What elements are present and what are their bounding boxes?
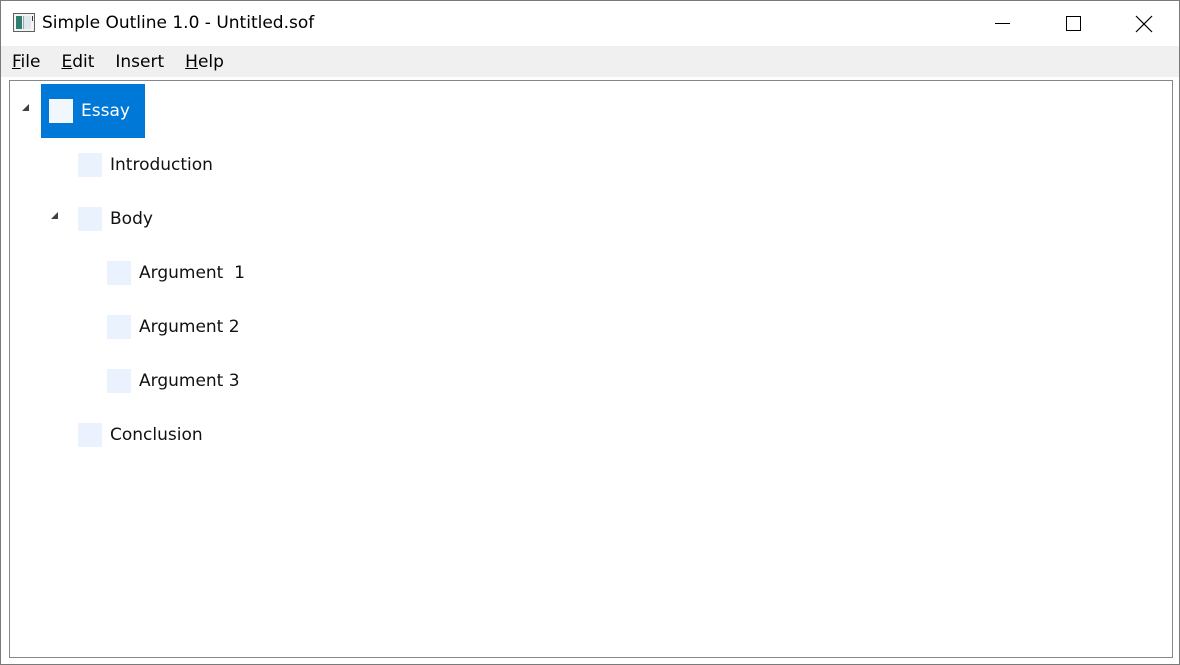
close-button[interactable]: [1109, 1, 1179, 46]
app-window-icon[interactable]: [13, 13, 35, 32]
close-icon: [1135, 15, 1153, 32]
node-icon: [78, 207, 102, 231]
tree-node-label: Argument 1: [139, 263, 245, 283]
tree-node-argument-3[interactable]: Argument 3: [107, 354, 240, 408]
tree-node-introduction[interactable]: Introduction: [78, 138, 213, 192]
tree-node-label: Argument 2: [139, 317, 240, 337]
tree-node-body[interactable]: Body: [78, 192, 153, 246]
menu-edit[interactable]: Edit: [50, 51, 94, 73]
minimize-icon: [994, 23, 1010, 24]
menu-file[interactable]: File: [1, 51, 40, 73]
window-title: Simple Outline 1.0 - Untitled.sof: [42, 13, 315, 33]
tree-node-label: Introduction: [110, 155, 213, 175]
node-icon: [49, 99, 73, 123]
tree-node-conclusion[interactable]: Conclusion: [78, 408, 203, 462]
maximize-icon: [1065, 16, 1081, 31]
menu-bar: File Edit Insert Help: [1, 46, 1179, 77]
maximize-button[interactable]: [1038, 1, 1108, 46]
node-icon: [107, 369, 131, 393]
tree-node-label: Conclusion: [110, 425, 203, 445]
minimize-button[interactable]: [967, 1, 1037, 46]
tree-node-argument-1[interactable]: Argument 1: [107, 246, 245, 300]
collapse-triangle-icon[interactable]: [22, 104, 29, 111]
tree-node-essay[interactable]: Essay: [41, 84, 145, 138]
tree-node-label: Argument 3: [139, 371, 240, 391]
menu-help[interactable]: Help: [174, 51, 224, 73]
collapse-triangle-icon[interactable]: [51, 212, 58, 219]
node-icon: [107, 315, 131, 339]
node-icon: [107, 261, 131, 285]
outline-tree[interactable]: Essay Introduction Body Argument 1 Argum…: [9, 80, 1173, 658]
node-icon: [78, 423, 102, 447]
tree-node-label: Essay: [81, 101, 130, 121]
tree-node-label: Body: [110, 209, 153, 229]
title-bar[interactable]: Simple Outline 1.0 - Untitled.sof: [1, 1, 1179, 46]
tree-node-argument-2[interactable]: Argument 2: [107, 300, 240, 354]
app-window: Simple Outline 1.0 - Untitled.sof File E…: [0, 0, 1180, 665]
node-icon: [78, 153, 102, 177]
menu-insert[interactable]: Insert: [104, 51, 164, 73]
